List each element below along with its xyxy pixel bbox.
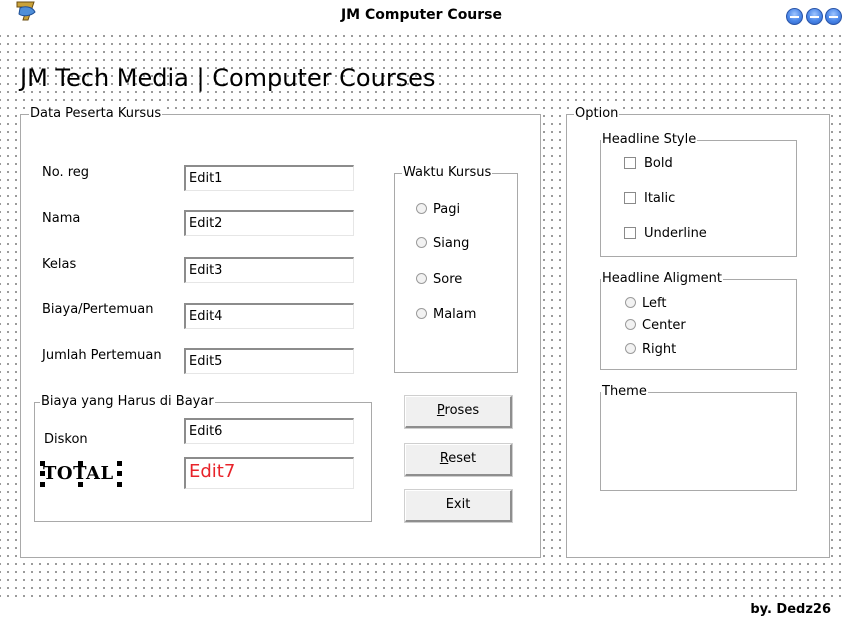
selection-handle[interactable] [40, 461, 45, 466]
radio-left[interactable]: Left [625, 296, 666, 311]
checkbox-underline[interactable]: Underline [624, 226, 707, 241]
radio-sore-label: Sore [433, 272, 463, 287]
label-no-reg: No. reg [42, 165, 90, 180]
window-title-bar: JM Computer Course [0, 0, 843, 30]
radio-circle-icon [416, 203, 427, 214]
biaya-pertemuan-input[interactable]: Edit4 [184, 303, 354, 329]
exit-button[interactable]: Exit [404, 489, 513, 523]
radio-sore[interactable]: Sore [416, 272, 462, 287]
radio-pagi-label: Pagi [433, 202, 461, 217]
selection-handle[interactable] [40, 471, 45, 476]
proses-label: roses [444, 403, 480, 418]
radio-center[interactable]: Center [625, 318, 686, 333]
radio-right-label: Right [642, 342, 677, 357]
reset-button[interactable]: Reset [404, 443, 513, 477]
checkbox-icon [624, 227, 636, 239]
biaya-group-title: Biaya yang Harus di Bayar [40, 394, 215, 410]
waktu-kursus-title: Waktu Kursus [402, 165, 493, 181]
label-kelas: Kelas [42, 257, 77, 272]
selection-handle[interactable] [117, 461, 122, 466]
label-diskon: Diskon [44, 432, 88, 447]
nama-input[interactable]: Edit2 [184, 210, 354, 236]
window-title: JM Computer Course [340, 7, 503, 23]
radio-malam-label: Malam [433, 307, 477, 322]
checkbox-italic-label: Italic [644, 191, 676, 206]
checkbox-bold[interactable]: Bold [624, 156, 673, 171]
kelas-input[interactable]: Edit3 [184, 257, 354, 283]
checkbox-icon [624, 192, 636, 204]
total-input[interactable]: Edit7 [184, 457, 354, 489]
label-nama: Nama [42, 211, 81, 226]
checkbox-bold-label: Bold [644, 156, 673, 171]
radio-circle-icon [416, 273, 427, 284]
close-button[interactable] [825, 8, 842, 25]
data-peserta-title: Data Peserta Kursus [29, 106, 163, 122]
option-title: Option [574, 106, 620, 122]
selection-handle[interactable] [117, 471, 122, 476]
jumlah-pertemuan-input[interactable]: Edit5 [184, 348, 354, 374]
total-label-selected[interactable]: TOTAL [40, 461, 122, 487]
checkbox-icon [624, 157, 636, 169]
selection-handle[interactable] [40, 482, 45, 487]
theme-group: Theme [600, 384, 797, 491]
total-label: TOTAL [43, 463, 114, 484]
radio-center-label: Center [642, 318, 686, 333]
credit-label: by. Dedz26 [748, 602, 833, 617]
radio-circle-icon [625, 297, 636, 308]
radio-siang[interactable]: Siang [416, 236, 469, 251]
radio-circle-icon [416, 237, 427, 248]
headline-style-title: Headline Style [601, 132, 698, 148]
reset-label: eset [448, 451, 477, 466]
radio-circle-icon [416, 308, 427, 319]
radio-siang-label: Siang [433, 236, 470, 251]
radio-right[interactable]: Right [625, 342, 676, 357]
proses-button[interactable]: Proses [404, 395, 513, 429]
diskon-input[interactable]: Edit6 [184, 418, 354, 444]
radio-pagi[interactable]: Pagi [416, 202, 460, 217]
label-jumlah-pertemuan: Jumlah Pertemuan [42, 348, 162, 363]
headline-alignment-title: Headline Aligment [601, 271, 723, 287]
radio-circle-icon [625, 319, 636, 330]
radio-left-label: Left [642, 296, 667, 311]
selection-handle[interactable] [117, 482, 122, 487]
form-designer-canvas: JM Tech Media | Computer Courses Data Pe… [0, 30, 843, 617]
reset-mnemonic: R [439, 451, 449, 466]
label-biaya-pertemuan: Biaya/Pertemuan [42, 302, 154, 317]
radio-circle-icon [625, 343, 636, 354]
theme-title: Theme [601, 384, 648, 400]
no-reg-input[interactable]: Edit1 [184, 165, 354, 191]
proses-mnemonic: P [436, 403, 445, 418]
minimize-button[interactable] [786, 8, 803, 25]
radio-malam[interactable]: Malam [416, 307, 476, 322]
selection-handle[interactable] [78, 482, 83, 487]
selection-handle[interactable] [78, 461, 83, 466]
maximize-button[interactable] [806, 8, 823, 25]
checkbox-underline-label: Underline [644, 226, 707, 241]
headline-label: JM Tech Media | Computer Courses [20, 64, 436, 92]
checkbox-italic[interactable]: Italic [624, 191, 675, 206]
